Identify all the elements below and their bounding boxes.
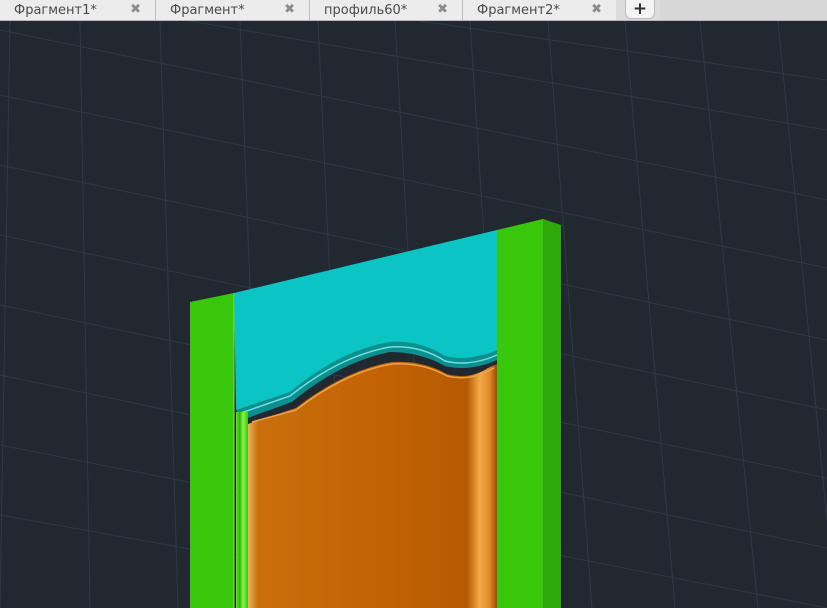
close-icon[interactable]: ✖ <box>591 2 602 17</box>
document-tab-bar: Фрагмент1* ✖ Фрагмент* ✖ профиль60* ✖ Фр… <box>0 0 827 21</box>
right-stile-side <box>543 219 561 608</box>
close-icon[interactable]: ✖ <box>437 2 448 17</box>
tab-fragment[interactable]: Фрагмент* ✖ <box>156 0 309 20</box>
right-stile-face <box>497 219 543 608</box>
tabbar-empty-area <box>660 0 827 20</box>
close-icon[interactable]: ✖ <box>284 2 295 17</box>
tab-label: Фрагмент2* <box>477 2 560 18</box>
left-stile-face <box>190 293 234 608</box>
plus-icon[interactable]: + <box>625 0 655 19</box>
door-model <box>190 219 561 608</box>
tab-label: профиль60* <box>324 2 408 18</box>
tab-fragment2[interactable]: Фрагмент2* ✖ <box>463 0 616 20</box>
tab-profile60[interactable]: профиль60* ✖ <box>310 0 462 20</box>
tab-label: Фрагмент1* <box>14 2 97 18</box>
tab-label: Фрагмент* <box>170 2 245 18</box>
close-icon[interactable]: ✖ <box>130 2 141 17</box>
model-viewport[interactable] <box>0 21 827 608</box>
tab-fragment1[interactable]: Фрагмент1* ✖ <box>0 0 155 20</box>
left-moulding <box>236 412 248 608</box>
